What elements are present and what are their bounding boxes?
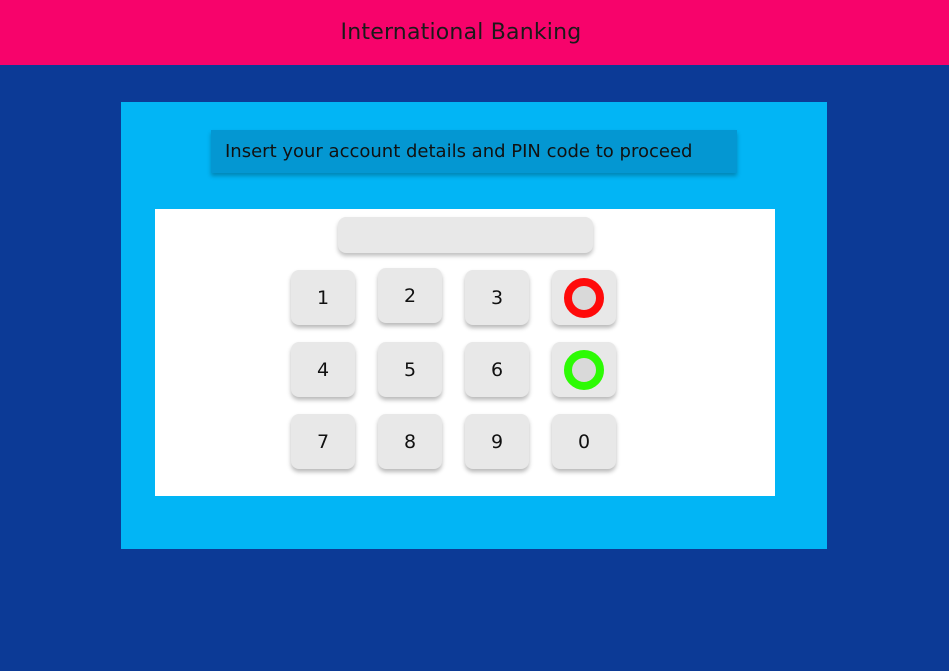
instructions-banner: Insert your account details and PIN code… <box>211 130 737 173</box>
key-8[interactable]: 8 <box>378 414 442 469</box>
key-9[interactable]: 9 <box>465 414 529 469</box>
green-ring-icon <box>564 349 604 390</box>
keypad-area: 1 2 3 4 5 6 7 8 9 0 <box>155 209 775 496</box>
red-ring-icon <box>564 277 604 318</box>
key-2[interactable]: 2 <box>378 268 442 323</box>
pin-display-input[interactable] <box>338 217 593 253</box>
key-7[interactable]: 7 <box>291 414 355 469</box>
key-3[interactable]: 3 <box>465 270 529 325</box>
key-6[interactable]: 6 <box>465 342 529 397</box>
key-4[interactable]: 4 <box>291 342 355 397</box>
app-header: International Banking <box>0 0 949 65</box>
key-0[interactable]: 0 <box>552 414 616 469</box>
cancel-button[interactable] <box>552 270 616 325</box>
confirm-button[interactable] <box>552 342 616 397</box>
key-1[interactable]: 1 <box>291 270 355 325</box>
key-5[interactable]: 5 <box>378 342 442 397</box>
app-title: International Banking <box>340 20 582 45</box>
atm-panel: Insert your account details and PIN code… <box>121 102 827 549</box>
